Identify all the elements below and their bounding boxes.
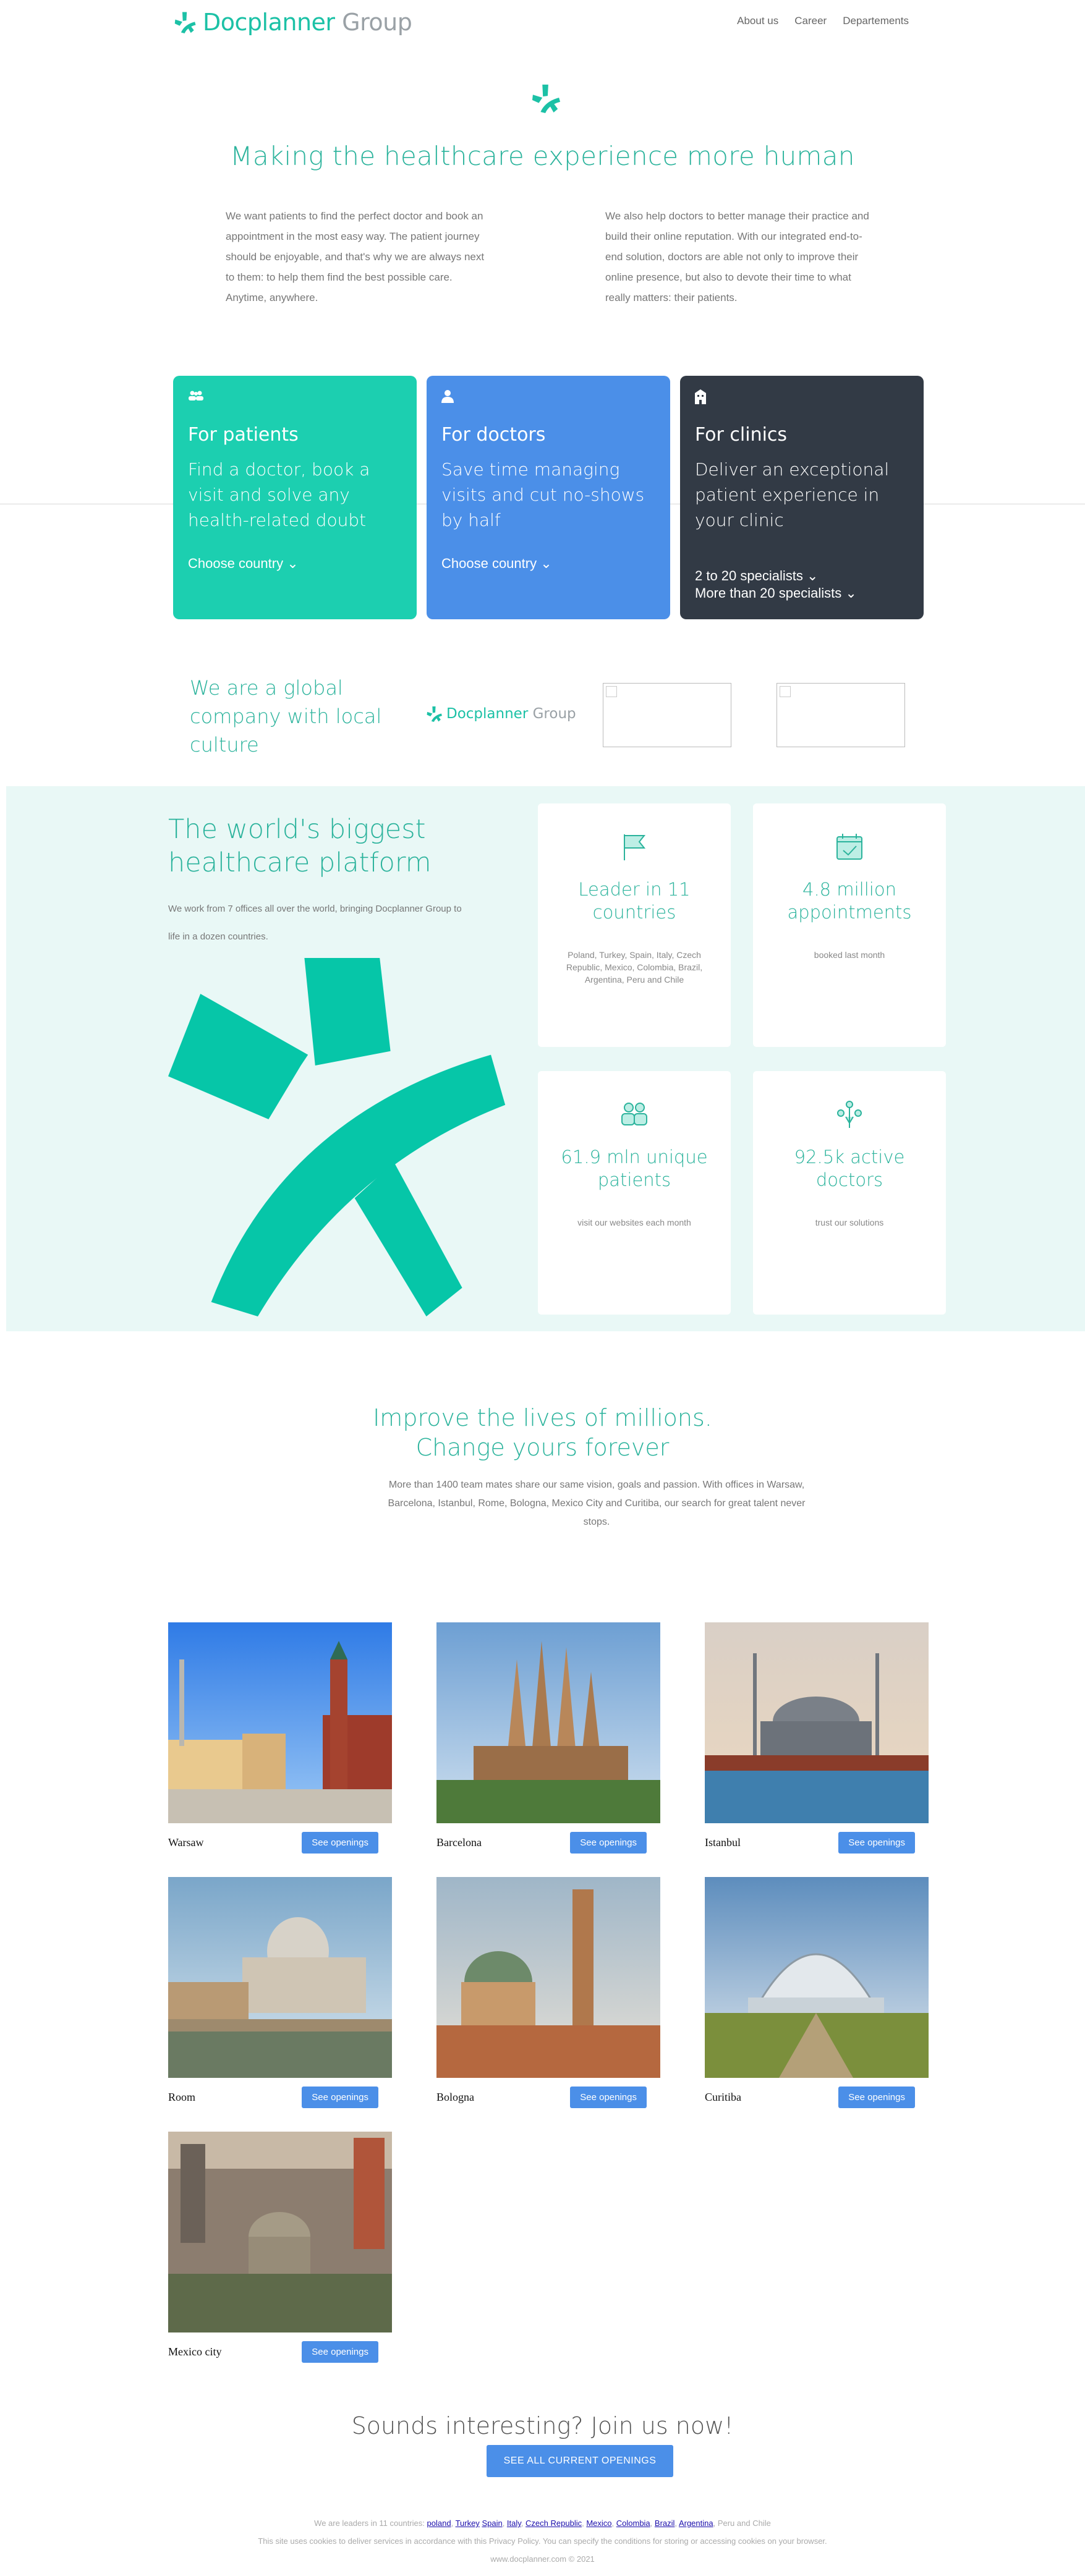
hero-title: Making the healthcare experience more hu… (230, 141, 855, 171)
flag-icon (624, 834, 646, 860)
nav-career[interactable]: Career (794, 15, 827, 27)
see-openings-istanbul[interactable]: See openings (838, 1832, 915, 1854)
chevron-down-icon: ⌄ (845, 585, 857, 601)
city-card-warsaw: Warsaw See openings (168, 1622, 392, 1854)
footer-countries: We are leaders in 11 countries: poland, … (314, 2519, 771, 2528)
see-openings-rome[interactable]: See openings (302, 2087, 378, 2108)
see-all-openings-button[interactable]: SEE ALL CURRENT OPENINGS (487, 2445, 673, 2477)
curitiba-photo (705, 1877, 929, 2078)
see-openings-curitiba[interactable]: See openings (838, 2087, 915, 2108)
intro-patients: We want patients to find the perfect doc… (226, 210, 485, 303)
barcelona-photo (436, 1622, 660, 1823)
nav-departements[interactable]: Departements (843, 15, 909, 27)
main-nav: About us Career Departements (737, 15, 909, 27)
country-link-mexico[interactable]: Mexico (586, 2519, 611, 2528)
stat-countries-title: Leader in 11 countries (578, 879, 691, 923)
patients-icon (621, 1103, 647, 1125)
chevron-down-icon: ⌄ (540, 556, 552, 571)
city-name-istanbul: Istanbul (705, 1836, 741, 1849)
city-card-barcelona: Barcelona See openings (436, 1622, 660, 1854)
city-name-warsaw: Warsaw (168, 1836, 204, 1849)
cta-title: Sounds interesting? Join us now! (351, 2412, 734, 2439)
city-card-mexico-city: Mexico city See openings (168, 2132, 392, 2363)
istanbul-photo (705, 1622, 929, 1823)
country-link-spain[interactable]: Spain (482, 2519, 502, 2528)
country-link-brazil[interactable]: Brazil (655, 2519, 675, 2528)
city-name-mexico-city: Mexico city (168, 2345, 222, 2358)
card-patients-title: For patients (188, 424, 299, 446)
city-name-curitiba: Curitiba (705, 2091, 741, 2103)
see-openings-warsaw[interactable]: See openings (302, 1832, 378, 1854)
city-name-rome: Room (168, 2091, 196, 2103)
card-clinics: For clinics Deliver an exceptional patie… (680, 376, 924, 619)
city-name-barcelona: Barcelona (436, 1836, 482, 1849)
card-clinics-title: For clinics (695, 424, 788, 446)
large-star-graphic (168, 958, 506, 1316)
broken-image (603, 683, 731, 747)
choose-country-patients[interactable]: Choose country ⌄ (188, 555, 402, 572)
building-icon (695, 389, 909, 410)
city-card-rome: Room See openings (168, 1877, 392, 2108)
stat-appointments: 4.8 million appointments booked last mon… (753, 803, 946, 1047)
see-openings-barcelona[interactable]: See openings (570, 1832, 647, 1854)
country-link-italy[interactable]: Italy (507, 2519, 521, 2528)
join-text: More than 1400 team mates share our same… (388, 1480, 806, 1527)
join-title: Improve the lives of millions. Change yo… (373, 1404, 712, 1461)
platform-title: The world's biggest healthcare platform (168, 814, 432, 878)
docplanner-star-icon (174, 12, 196, 33)
city-card-istanbul: Istanbul See openings (705, 1622, 929, 1854)
stat-countries-desc: Poland, Turkey, Spain, Italy, Czech Repu… (566, 950, 703, 985)
intro-doctors: We also help doctors to better manage th… (605, 210, 869, 303)
stat-doctors-desc: trust our solutions (815, 1218, 884, 1227)
nav-about-us[interactable]: About us (737, 15, 778, 27)
docplanner-star-icon (427, 706, 442, 722)
broken-image (777, 683, 905, 747)
footer-copyright: www.docplanner.com © 2021 (490, 2554, 595, 2564)
hero-star-icon (532, 84, 561, 113)
chevron-down-icon: ⌄ (807, 568, 819, 583)
global-title: We are a global company with local cultu… (190, 676, 382, 756)
stat-doctors-title: 92.5k active doctors (794, 1146, 905, 1190)
footer-cookies: This site uses cookies to deliver servic… (258, 2536, 827, 2546)
mexico-city-photo (168, 2132, 392, 2332)
bologna-photo (436, 1877, 660, 2078)
calendar-check-icon (836, 834, 862, 860)
city-card-curitiba: Curitiba See openings (705, 1877, 929, 2108)
see-openings-bologna[interactable]: See openings (570, 2087, 647, 2108)
global-logo: Docplanner Group (427, 706, 576, 722)
card-patients: For patients Find a doctor, book a visit… (173, 376, 417, 619)
stat-appointments-title: 4.8 million appointments (787, 879, 912, 923)
clinics-more-than-20-link[interactable]: More than 20 specialists ⌄ (695, 585, 909, 602)
clinics-2-to-20-link[interactable]: 2 to 20 specialists ⌄ (695, 567, 909, 585)
city-name-bologna: Bologna (436, 2091, 474, 2103)
see-openings-mexico-city[interactable]: See openings (302, 2341, 378, 2363)
stat-appointments-desc: booked last month (814, 950, 885, 960)
stat-doctors: 92.5k active doctors trust our solutions (753, 1071, 946, 1315)
doctor-icon (441, 389, 655, 410)
chevron-down-icon: ⌄ (287, 556, 299, 571)
country-link-turkey[interactable]: Turkey (456, 2519, 480, 2528)
card-clinics-text: Deliver an exceptional patient experienc… (695, 459, 890, 530)
card-doctors: For doctors Save time managing visits an… (427, 376, 670, 619)
card-patients-text: Find a doctor, book a visit and solve an… (188, 459, 370, 530)
rome-photo (168, 1877, 392, 2078)
card-doctors-title: For doctors (441, 424, 546, 446)
stat-patients: 61.9 mln unique patients visit our websi… (538, 1071, 731, 1315)
brand-wordmark: Docplanner Group (203, 9, 412, 36)
country-link-poland[interactable]: poland (427, 2519, 451, 2528)
city-card-bologna: Bologna See openings (436, 1877, 660, 2108)
choose-country-doctors[interactable]: Choose country ⌄ (441, 555, 655, 572)
stat-patients-desc: visit our websites each month (577, 1218, 691, 1227)
doctors-icon (837, 1101, 862, 1128)
warsaw-photo (168, 1622, 392, 1823)
people-icon (188, 389, 402, 410)
platform-text: We work from 7 offices all over the worl… (168, 904, 462, 942)
stat-countries: Leader in 11 countries Poland, Turkey, S… (538, 803, 731, 1047)
country-link-argentina[interactable]: Argentina (679, 2519, 713, 2528)
header-logo[interactable]: Docplanner Group (174, 9, 412, 36)
country-link-czech-republic[interactable]: Czech Republic (525, 2519, 582, 2528)
card-doctors-text: Save time managing visits and cut no-sho… (441, 459, 645, 530)
stat-patients-title: 61.9 mln unique patients (561, 1146, 708, 1190)
country-link-colombia[interactable]: Colombia (616, 2519, 650, 2528)
